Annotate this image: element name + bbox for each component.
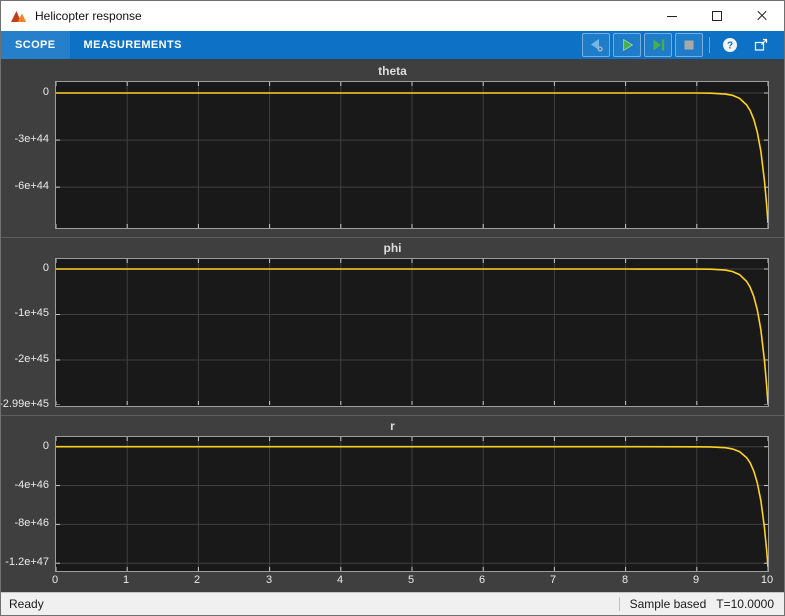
plot-svg xyxy=(56,82,768,228)
run-icon xyxy=(619,37,635,53)
x-tick-label: 2 xyxy=(194,574,200,586)
y-tick-label: 0 xyxy=(43,262,49,274)
stop-button[interactable] xyxy=(675,33,703,57)
step-forward-icon xyxy=(650,37,666,53)
tab-measurements[interactable]: MEASUREMENTS xyxy=(70,31,196,59)
step-forward-button[interactable] xyxy=(644,33,672,57)
y-tick-label: -4e+46 xyxy=(14,479,49,491)
plot-svg xyxy=(56,437,768,571)
step-back-icon xyxy=(588,37,604,53)
plot-title-phi: phi xyxy=(1,238,784,258)
scope-panel-r: r 0 -4e+46 -8e+46 -1.2e+47 0 1 2 3 4 5 6 7 8 9 10 xyxy=(1,415,784,592)
status-divider xyxy=(619,597,620,611)
help-button[interactable]: ? xyxy=(716,33,744,57)
y-tick-label: -2.99e+45 xyxy=(0,398,49,410)
tab-scope[interactable]: SCOPE xyxy=(1,31,70,59)
status-sample-mode: Sample based xyxy=(630,597,707,611)
x-tick-label: 9 xyxy=(693,574,699,586)
window-controls xyxy=(649,1,784,31)
x-tick-label: 5 xyxy=(408,574,414,586)
y-tick-label: -2e+45 xyxy=(14,353,49,365)
x-tick-label: 0 xyxy=(52,574,58,586)
playback-toolbar: ? xyxy=(582,33,784,57)
help-icon: ? xyxy=(722,37,738,53)
plot-area-r[interactable] xyxy=(55,436,769,572)
y-tick-label: -8e+46 xyxy=(14,517,49,529)
scope-panel-theta: theta 0 -3e+44 -6e+44 xyxy=(1,61,784,237)
status-right: Sample based T=10.0000 xyxy=(619,597,784,611)
y-tick-label: 0 xyxy=(43,86,49,98)
y-axis-labels-phi: 0-1e+45-2e+45-2.99e+45 xyxy=(1,258,55,406)
run-button[interactable] xyxy=(613,33,641,57)
maximize-button[interactable] xyxy=(694,1,739,31)
y-tick-label: -1.2e+47 xyxy=(5,556,49,568)
pop-out-button[interactable] xyxy=(747,33,775,57)
x-tick-label: 1 xyxy=(123,574,129,586)
plot-area-theta[interactable] xyxy=(55,81,769,229)
minimize-button[interactable] xyxy=(649,1,694,31)
y-axis-labels-r: 0 -4e+46 -8e+46 -1.2e+47 xyxy=(1,436,55,572)
plot-area-phi[interactable] xyxy=(55,258,769,406)
x-tick-label: 7 xyxy=(550,574,556,586)
scope-canvas: theta 0 -3e+44 -6e+44 phi 0 -1e+45 -2e+45 -2.… xyxy=(1,59,784,592)
maximize-icon xyxy=(712,11,722,21)
y-tick-label: -6e+44 xyxy=(14,180,49,192)
y-tick-label: 0 xyxy=(43,440,49,452)
plot-title-theta: theta xyxy=(1,61,784,81)
close-icon xyxy=(756,10,768,22)
x-tick-label: 10 xyxy=(761,574,773,586)
window-title: Helicopter response xyxy=(35,9,142,23)
plot-title-r: r xyxy=(1,416,784,436)
y-axis-labels-theta: 0 -3e+44 -6e+44 xyxy=(1,81,55,229)
scope-window: Helicopter response SCOPE MEASUREMENTS xyxy=(0,0,785,616)
close-button[interactable] xyxy=(739,1,784,31)
x-axis-labels: 012345678910 xyxy=(55,574,769,589)
pop-out-icon xyxy=(753,37,769,53)
toolbar-divider xyxy=(709,37,710,53)
step-back-button[interactable] xyxy=(582,33,610,57)
svg-text:?: ? xyxy=(727,41,733,52)
toolstrip-ribbon: SCOPE MEASUREMENTS xyxy=(1,31,784,59)
minimize-icon xyxy=(667,16,677,17)
matlab-logo-icon xyxy=(10,9,27,24)
x-tick-label: 4 xyxy=(337,574,343,586)
status-bar: Ready Sample based T=10.0000 xyxy=(1,592,784,615)
scope-panel-phi: phi 0 -1e+45 -2e+45 -2.99e+45 xyxy=(1,237,784,414)
status-ready: Ready xyxy=(1,597,44,611)
stop-icon xyxy=(681,37,697,53)
title-bar: Helicopter response xyxy=(1,1,784,31)
status-sim-time: T=10.0000 xyxy=(716,597,774,611)
y-tick-label: -1e+45 xyxy=(14,307,49,319)
x-tick-label: 3 xyxy=(266,574,272,586)
plot-svg xyxy=(56,259,768,405)
y-tick-label: -3e+44 xyxy=(14,133,49,145)
x-tick-label: 8 xyxy=(622,574,628,586)
x-tick-label: 6 xyxy=(479,574,485,586)
